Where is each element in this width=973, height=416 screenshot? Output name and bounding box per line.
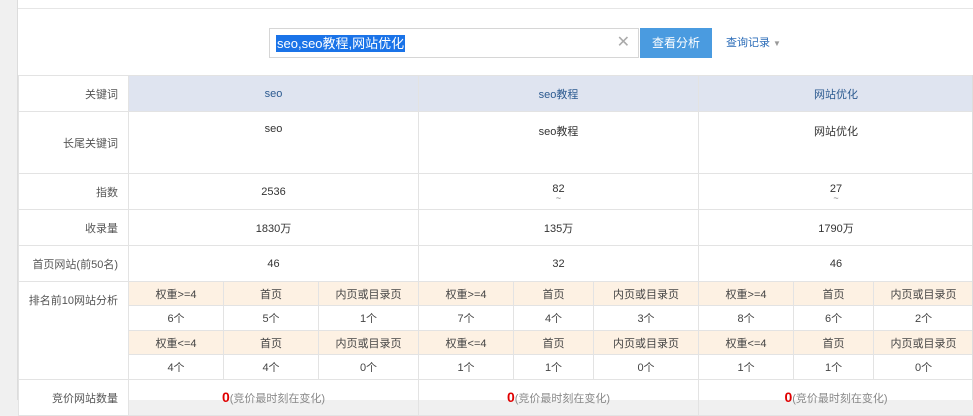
- row-label: 长尾关键词: [19, 112, 129, 174]
- rank-value-cell[interactable]: 5个: [224, 306, 319, 331]
- homepage-row: 首页网站(前50名) 46 32 46: [19, 246, 973, 282]
- rank-header-row: 权重<=4 首页 内页或目录页 权重<=4 首页 内页或目录页 权重<=4 首页…: [19, 331, 973, 355]
- index-mark: ~: [699, 195, 973, 201]
- rank-header-cell: 内页或目录页: [874, 331, 973, 355]
- bid-note: (竞价最时刻在变化): [792, 393, 887, 405]
- rank-value-cell[interactable]: 0个: [319, 355, 419, 380]
- rank-header-cell: 权重>=4: [419, 282, 514, 306]
- row-label: 排名前10网站分析: [19, 282, 129, 380]
- rank-header-cell: 内页或目录页: [319, 282, 419, 306]
- rank-value-cell[interactable]: 7个: [419, 306, 514, 331]
- longtail-row: 长尾关键词 seo seo教程 网站优化: [19, 112, 973, 174]
- rank-value-cell[interactable]: 1个: [794, 355, 874, 380]
- history-dropdown[interactable]: 查询记录▼: [726, 28, 781, 58]
- rank-value-cell[interactable]: 0个: [874, 355, 973, 380]
- rank-value-cell[interactable]: 4个: [224, 355, 319, 380]
- longtail-cell: seo: [129, 112, 419, 174]
- search-button[interactable]: 查看分析: [640, 28, 712, 58]
- rank-value-row: 6个 5个 1个 7个 4个 3个 8个 6个 2个: [19, 306, 973, 331]
- rank-header-cell: 首页: [794, 331, 874, 355]
- rank-value-cell[interactable]: 2个: [874, 306, 973, 331]
- rank-header-cell: 首页: [224, 331, 319, 355]
- rank-header-cell: 内页或目录页: [594, 282, 699, 306]
- rank-header-cell: 内页或目录页: [874, 282, 973, 306]
- search-query-text[interactable]: seo,seo教程,网站优化: [276, 35, 405, 52]
- index-mark: ~: [419, 195, 698, 201]
- rank-value-cell[interactable]: 1个: [419, 355, 514, 380]
- rank-header-cell: 首页: [514, 331, 594, 355]
- row-label: 关键词: [19, 76, 129, 112]
- rank-header-cell: 权重<=4: [699, 331, 794, 355]
- index-cell: 27~: [699, 174, 973, 210]
- rank-value-cell[interactable]: 1个: [319, 306, 419, 331]
- keyword-cell: 网站优化: [699, 76, 973, 112]
- homepage-cell[interactable]: 46: [129, 246, 419, 282]
- rank-header-cell: 首页: [224, 282, 319, 306]
- search-input[interactable]: seo,seo教程,网站优化 ✕: [269, 28, 639, 58]
- keyword-row: 关键词 seo seo教程 网站优化: [19, 76, 973, 112]
- close-icon[interactable]: ✕: [617, 33, 630, 53]
- bid-count-value: 0: [222, 389, 230, 405]
- index-cell: 2536: [129, 174, 419, 210]
- page-frame: seo,seo教程,网站优化 ✕ 查看分析 查询记录▼ 关键词 seo seo教…: [17, 0, 973, 400]
- rank-header-cell: 内页或目录页: [594, 331, 699, 355]
- rank-header-cell: 权重<=4: [129, 331, 224, 355]
- rank-value-cell[interactable]: 6个: [794, 306, 874, 331]
- rank-header-cell: 内页或目录页: [319, 331, 419, 355]
- rank-header-cell: 权重>=4: [129, 282, 224, 306]
- rank-header-cell: 权重>=4: [699, 282, 794, 306]
- bid-note: (竞价最时刻在变化): [515, 393, 610, 405]
- longtail-cell: seo教程: [419, 112, 699, 174]
- row-label: 首页网站(前50名): [19, 246, 129, 282]
- indexed-cell[interactable]: 1830万: [129, 210, 419, 246]
- keyword-table: 关键词 seo seo教程 网站优化 长尾关键词 seo seo教程 网站优化 …: [18, 75, 973, 416]
- index-cell: 82~: [419, 174, 699, 210]
- keyword-cell: seo: [129, 76, 419, 112]
- index-value: 2536: [261, 186, 285, 198]
- row-label: 竞价网站数量: [19, 380, 129, 416]
- longtail-cell: 网站优化: [699, 112, 973, 174]
- rank-header-cell: 权重<=4: [419, 331, 514, 355]
- indexed-cell[interactable]: 1790万: [699, 210, 973, 246]
- rank-value-cell[interactable]: 3个: [594, 306, 699, 331]
- index-row: 指数 2536 82~ 27~: [19, 174, 973, 210]
- bid-cell: 0(竞价最时刻在变化): [129, 380, 419, 416]
- bid-note: (竞价最时刻在变化): [230, 393, 325, 405]
- rank-value-cell[interactable]: 0个: [594, 355, 699, 380]
- rank-header-row: 排名前10网站分析 权重>=4 首页 内页或目录页 权重>=4 首页 内页或目录…: [19, 282, 973, 306]
- rank-value-cell[interactable]: 6个: [129, 306, 224, 331]
- history-label: 查询记录: [726, 37, 770, 49]
- caret-down-icon: ▼: [773, 39, 781, 48]
- indexed-row: 收录量 1830万 135万 1790万: [19, 210, 973, 246]
- indexed-cell[interactable]: 135万: [419, 210, 699, 246]
- keyword-cell: seo教程: [419, 76, 699, 112]
- rank-value-cell[interactable]: 4个: [514, 306, 594, 331]
- rank-header-cell: 首页: [794, 282, 874, 306]
- search-bar: seo,seo教程,网站优化 ✕ 查看分析 查询记录▼: [18, 9, 973, 76]
- row-label: 指数: [19, 174, 129, 210]
- row-label: 收录量: [19, 210, 129, 246]
- bid-cell: 0(竞价最时刻在变化): [419, 380, 699, 416]
- rank-value-cell[interactable]: 4个: [129, 355, 224, 380]
- rank-value-cell[interactable]: 1个: [514, 355, 594, 380]
- rank-value-cell[interactable]: 1个: [699, 355, 794, 380]
- rank-value-row: 4个 4个 0个 1个 1个 0个 1个 1个 0个: [19, 355, 973, 380]
- homepage-cell[interactable]: 46: [699, 246, 973, 282]
- bid-count-value: 0: [507, 389, 515, 405]
- rank-header-cell: 首页: [514, 282, 594, 306]
- rank-value-cell[interactable]: 8个: [699, 306, 794, 331]
- homepage-cell[interactable]: 32: [419, 246, 699, 282]
- bid-cell: 0(竞价最时刻在变化): [699, 380, 973, 416]
- bid-row: 竞价网站数量 0(竞价最时刻在变化) 0(竞价最时刻在变化) 0(竞价最时刻在变…: [19, 380, 973, 416]
